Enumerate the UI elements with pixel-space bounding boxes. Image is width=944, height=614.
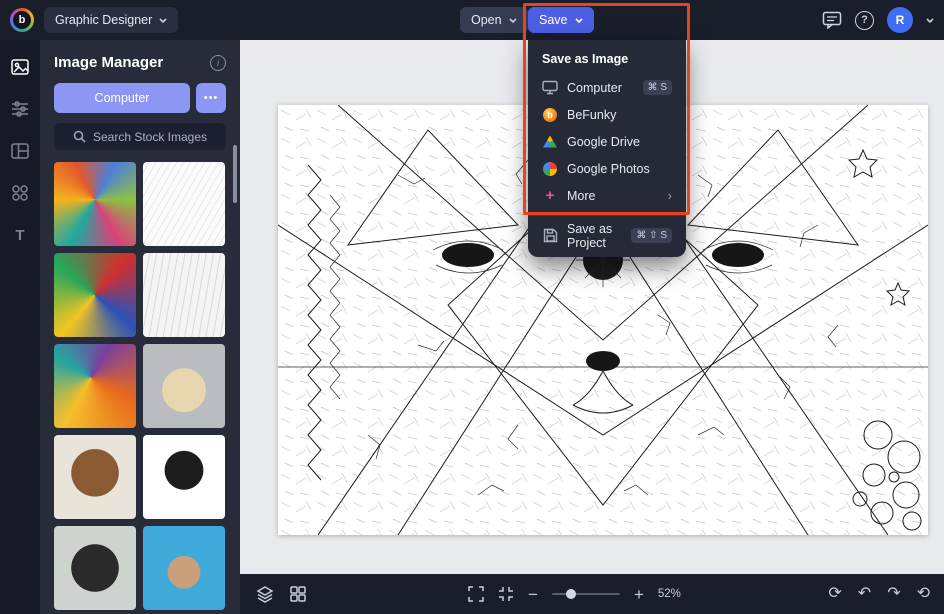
save-button-label: Save [539,13,568,27]
menu-item-computer[interactable]: Computer ⌘ S [528,74,686,101]
shortcut-badge: ⌘ S [643,80,672,95]
thumbnail-geometric-dog[interactable] [54,162,136,246]
thumbnail-grid [54,162,226,614]
menu-item-label: Google Photos [567,162,672,176]
header-right-group: ? R [822,0,934,40]
shortcut-badge: ⌘ ⇧ S [631,228,672,243]
layers-icon[interactable] [256,585,274,603]
zoom-slider-knob[interactable] [566,589,576,599]
app-window: b Graphic Designer Open Save ? R [0,0,944,614]
history-reset-icon[interactable]: ⟲ [917,586,930,602]
rail-templates-icon[interactable] [9,140,31,162]
menu-divider [528,215,686,216]
thumbnail-dog-sketch[interactable] [143,253,225,337]
rail-image-manager-icon[interactable] [9,56,31,78]
plus-icon: + [542,187,558,204]
chevron-down-icon [575,18,583,23]
menu-item-label: Save as Project [567,222,622,250]
google-photos-icon [542,162,558,176]
menu-item-label: Computer [567,81,634,95]
avatar-initial: R [896,13,905,27]
google-drive-icon [542,136,558,148]
account-chevron-down-icon[interactable] [926,18,934,23]
thumbnail-cat-sketch[interactable] [143,162,225,246]
open-button-label: Open [471,13,502,27]
grid-view-icon[interactable] [290,586,306,602]
panel-scrollbar[interactable] [233,145,237,203]
zoom-out-icon[interactable]: − [528,586,538,603]
zoom-level-value[interactable]: 52% [658,588,681,600]
computer-upload-button[interactable]: Computer [54,83,190,113]
thumbnail-kid-in-pool[interactable] [143,526,225,610]
rail-graphics-icon[interactable] [9,182,31,204]
computer-icon [542,80,558,95]
more-sources-button[interactable]: ••• [196,83,226,113]
thumbnail-smiling-dog[interactable] [143,344,225,428]
menu-item-more[interactable]: + More › [528,182,686,209]
menu-item-label: BeFunky [567,108,672,122]
search-icon [73,130,86,143]
chevron-down-icon [159,18,167,23]
top-bar: b Graphic Designer Open Save ? R [0,0,944,40]
bottom-toolbar: − + 52% ⟳ ↶ ↷ ⟲ [240,574,944,614]
stock-image-search-input[interactable]: Search Stock Images [54,123,226,150]
chevron-down-icon [509,18,517,23]
rail-text-icon[interactable]: T [9,224,31,246]
zoom-in-icon[interactable]: + [634,586,644,603]
open-button[interactable]: Open [460,7,528,33]
befunky-logo-letter: b [13,11,31,29]
rail-edit-sliders-icon[interactable] [9,98,31,120]
thumbnail-black-white-cat[interactable] [143,435,225,519]
menu-item-google-drive[interactable]: Google Drive [528,128,686,155]
befunky-icon: b [542,108,558,122]
refresh-icon[interactable]: ⟳ [828,586,841,602]
menu-item-label: More [567,189,659,203]
save-menu-header: Save as Image [528,50,686,74]
search-placeholder: Search Stock Images [93,130,207,144]
fit-to-screen-icon[interactable] [498,586,514,602]
info-icon[interactable]: i [210,55,226,71]
redo-icon[interactable]: ↷ [887,586,900,602]
thumbnail-black-dog[interactable] [54,526,136,610]
app-switcher-label: Graphic Designer [55,13,152,27]
user-avatar[interactable]: R [887,7,913,33]
save-project-icon [542,228,558,243]
thumbnail-painted-dog[interactable] [54,344,136,428]
image-manager-panel: Image Manager i Computer ••• Search Stoc… [40,40,240,614]
thumbnail-happy-brown-dog[interactable] [54,435,136,519]
help-glyph: ? [861,14,868,26]
menu-item-label: Google Drive [567,135,672,149]
save-dropdown-menu: Save as Image Computer ⌘ S b BeFunky Goo… [528,40,686,257]
zoom-slider[interactable] [552,593,620,595]
undo-icon[interactable]: ↶ [858,586,871,602]
app-switcher-menu[interactable]: Graphic Designer [44,7,178,33]
save-button[interactable]: Save [528,7,594,33]
menu-item-befunky[interactable]: b BeFunky [528,101,686,128]
chevron-right-icon: › [668,188,672,203]
thumbnail-colorful-dogs[interactable] [54,253,136,337]
menu-item-google-photos[interactable]: Google Photos [528,155,686,182]
menu-item-save-as-project[interactable]: Save as Project ⌘ ⇧ S [528,222,686,249]
panel-title: Image Manager [54,54,163,71]
befunky-logo[interactable]: b [10,8,34,32]
fullscreen-icon[interactable] [468,586,484,602]
tool-rail: T [0,40,40,614]
feedback-chat-icon[interactable] [822,11,842,29]
help-icon[interactable]: ? [855,11,874,30]
